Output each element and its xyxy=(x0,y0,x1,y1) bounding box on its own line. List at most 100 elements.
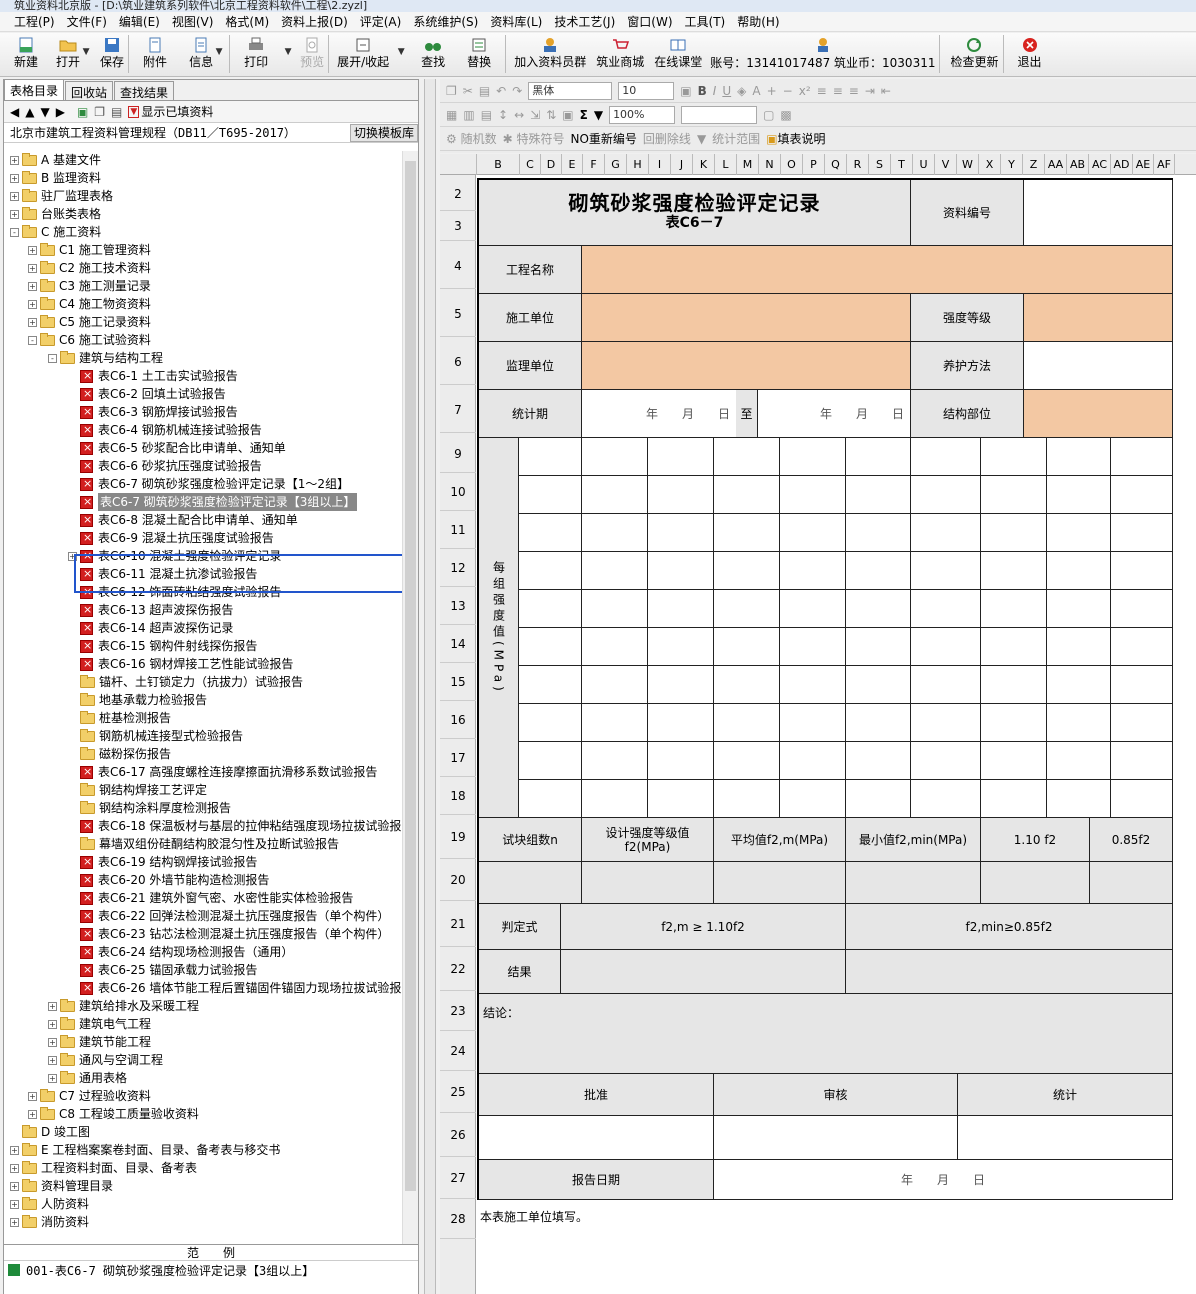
switch-template-button[interactable]: 切换模板库 xyxy=(349,123,418,142)
grid-icon[interactable]: ▤ xyxy=(481,108,492,122)
strength-value-cell[interactable] xyxy=(519,628,582,666)
strength-value-cell[interactable] xyxy=(846,590,911,628)
approve-sign[interactable] xyxy=(479,1116,714,1160)
tree-node[interactable]: 表C6-17 高强度螺栓连接摩擦面抗滑移系数试验报告 xyxy=(68,763,377,781)
exit-button[interactable]: 退出 xyxy=(1018,33,1042,75)
row-header-cell[interactable]: 20 xyxy=(440,859,476,901)
strength-value-cell[interactable] xyxy=(780,666,846,704)
tab-recycle-bin[interactable]: 回收站 xyxy=(65,81,114,100)
show-filled-toggle[interactable]: ▼ 显示已填资料 xyxy=(128,103,213,120)
join-group-button[interactable]: 加入资料员群 xyxy=(514,33,586,75)
menu-item-7[interactable]: 系统维护(S) xyxy=(411,13,480,30)
insert-icon[interactable]: + xyxy=(767,84,777,98)
strength-value-cell[interactable] xyxy=(780,742,846,780)
review-sign[interactable] xyxy=(714,1116,958,1160)
row-header-cell[interactable]: 22 xyxy=(440,947,476,991)
column-header-cell[interactable]: K xyxy=(693,154,715,175)
column-header-cell[interactable]: F xyxy=(583,154,605,175)
strength-value-cell[interactable] xyxy=(1047,628,1111,666)
stat-value-cell[interactable] xyxy=(582,862,714,904)
panel-splitter[interactable] xyxy=(424,79,436,1294)
strength-value-cell[interactable] xyxy=(1111,628,1173,666)
expand-icon[interactable]: + xyxy=(28,1091,37,1101)
strength-value-cell[interactable] xyxy=(846,780,911,818)
strength-value-cell[interactable] xyxy=(981,742,1047,780)
column-header-cell[interactable]: G xyxy=(605,154,627,175)
strength-value-cell[interactable] xyxy=(1047,590,1111,628)
strength-value-cell[interactable] xyxy=(780,628,846,666)
strength-value-cell[interactable] xyxy=(714,438,780,476)
tree-node[interactable]: 表C6-23 钻芯法检测混凝土抗压强度报告（单个构件） xyxy=(68,925,389,943)
strength-value-cell[interactable] xyxy=(981,514,1047,552)
expand-icon[interactable]: + xyxy=(10,191,19,201)
strength-value-cell[interactable] xyxy=(714,590,780,628)
tree-node[interactable]: 表C6-16 钢材焊接工艺性能试验报告 xyxy=(68,655,293,673)
collapse-icon[interactable]: - xyxy=(10,227,19,237)
stat-range-button[interactable]: 统计范围 xyxy=(712,130,760,147)
strength-value-cell[interactable] xyxy=(648,514,714,552)
mall-button[interactable]: 筑业商城 xyxy=(596,33,644,75)
random-number-button[interactable]: ⚙ 随机数 xyxy=(446,130,497,147)
strength-value-cell[interactable] xyxy=(780,438,846,476)
strength-value-cell[interactable] xyxy=(582,628,648,666)
undo-icon[interactable]: ↶ xyxy=(496,84,506,98)
wrap-icon[interactable]: ⇲ xyxy=(530,108,540,122)
strength-value-cell[interactable] xyxy=(911,780,981,818)
tree-node[interactable]: 表C6-9 混凝土抗压强度试验报告 xyxy=(68,529,274,547)
strength-value-cell[interactable] xyxy=(1047,552,1111,590)
tree-node[interactable]: + C3 施工测量记录 xyxy=(28,277,151,295)
tree-node[interactable]: + C1 施工管理资料 xyxy=(28,241,151,259)
outdent-icon[interactable]: ⇤ xyxy=(881,84,891,98)
strength-value-cell[interactable] xyxy=(1111,476,1173,514)
menu-item-6[interactable]: 评定(A) xyxy=(358,13,404,30)
strength-value-cell[interactable] xyxy=(714,780,780,818)
tree-node[interactable]: + C8 工程竣工质量验收资料 xyxy=(28,1105,199,1123)
column-header-cell[interactable]: L xyxy=(715,154,737,175)
tree-node[interactable]: 表C6-19 结构钢焊接试验报告 xyxy=(68,853,257,871)
column-header-cell[interactable]: V xyxy=(935,154,957,175)
tree-node[interactable]: 表C6-3 钢筋焊接试验报告 xyxy=(68,403,238,421)
strength-value-cell[interactable] xyxy=(846,628,911,666)
tree-node[interactable]: - 建筑与结构工程 xyxy=(48,349,163,367)
strength-value-cell[interactable] xyxy=(648,666,714,704)
col-width-icon[interactable]: ↔ xyxy=(514,108,524,122)
strength-value-cell[interactable] xyxy=(648,590,714,628)
strength-value-cell[interactable] xyxy=(582,666,648,704)
strength-value-cell[interactable] xyxy=(519,742,582,780)
strength-value-cell[interactable] xyxy=(648,780,714,818)
strength-value-cell[interactable] xyxy=(519,476,582,514)
border-icon[interactable]: ▦ xyxy=(446,108,457,122)
strikethrough-button[interactable]: 回删除线 xyxy=(643,130,691,147)
strength-value-cell[interactable] xyxy=(981,704,1047,742)
strength-value-cell[interactable] xyxy=(714,666,780,704)
row-header-cell[interactable]: 23 xyxy=(440,991,476,1031)
tree-node[interactable]: + 消防资料 xyxy=(10,1213,89,1231)
column-header-cell[interactable]: AA xyxy=(1045,154,1067,175)
tree-node[interactable]: + 通用表格 xyxy=(48,1069,127,1087)
strength-value-cell[interactable] xyxy=(846,438,911,476)
stat-value-cell[interactable] xyxy=(714,862,846,904)
strength-value-cell[interactable] xyxy=(519,666,582,704)
grade-value[interactable] xyxy=(1024,294,1173,342)
tree-node[interactable]: 表C6-4 钢筋机械连接试验报告 xyxy=(68,421,262,439)
column-header-cell[interactable]: Y xyxy=(1001,154,1023,175)
collapse-icon[interactable]: - xyxy=(48,353,57,363)
strength-value-cell[interactable] xyxy=(1111,704,1173,742)
print-dropdown-icon[interactable]: ▼ xyxy=(282,47,294,57)
strength-value-cell[interactable] xyxy=(1111,514,1173,552)
strike-dropdown-icon[interactable]: ▼ xyxy=(697,132,706,146)
strength-value-cell[interactable] xyxy=(582,780,648,818)
strength-value-cell[interactable] xyxy=(981,438,1047,476)
tree-node[interactable]: 钢结构焊接工艺评定 xyxy=(68,781,207,799)
strength-value-cell[interactable] xyxy=(714,704,780,742)
attach-button[interactable]: 附件 xyxy=(143,33,167,75)
strength-value-cell[interactable] xyxy=(582,438,648,476)
strength-value-cell[interactable] xyxy=(911,438,981,476)
curing-value[interactable] xyxy=(1024,342,1173,390)
strength-value-cell[interactable] xyxy=(1047,742,1111,780)
tree-node[interactable]: + 建筑电气工程 xyxy=(48,1015,151,1033)
row-header-cell[interactable]: 5 xyxy=(440,291,476,337)
tree-node[interactable]: 表C6-6 砂浆抗压强度试验报告 xyxy=(68,457,262,475)
column-header-cell[interactable]: B xyxy=(477,154,520,175)
row-header-cell[interactable]: 11 xyxy=(440,511,476,549)
